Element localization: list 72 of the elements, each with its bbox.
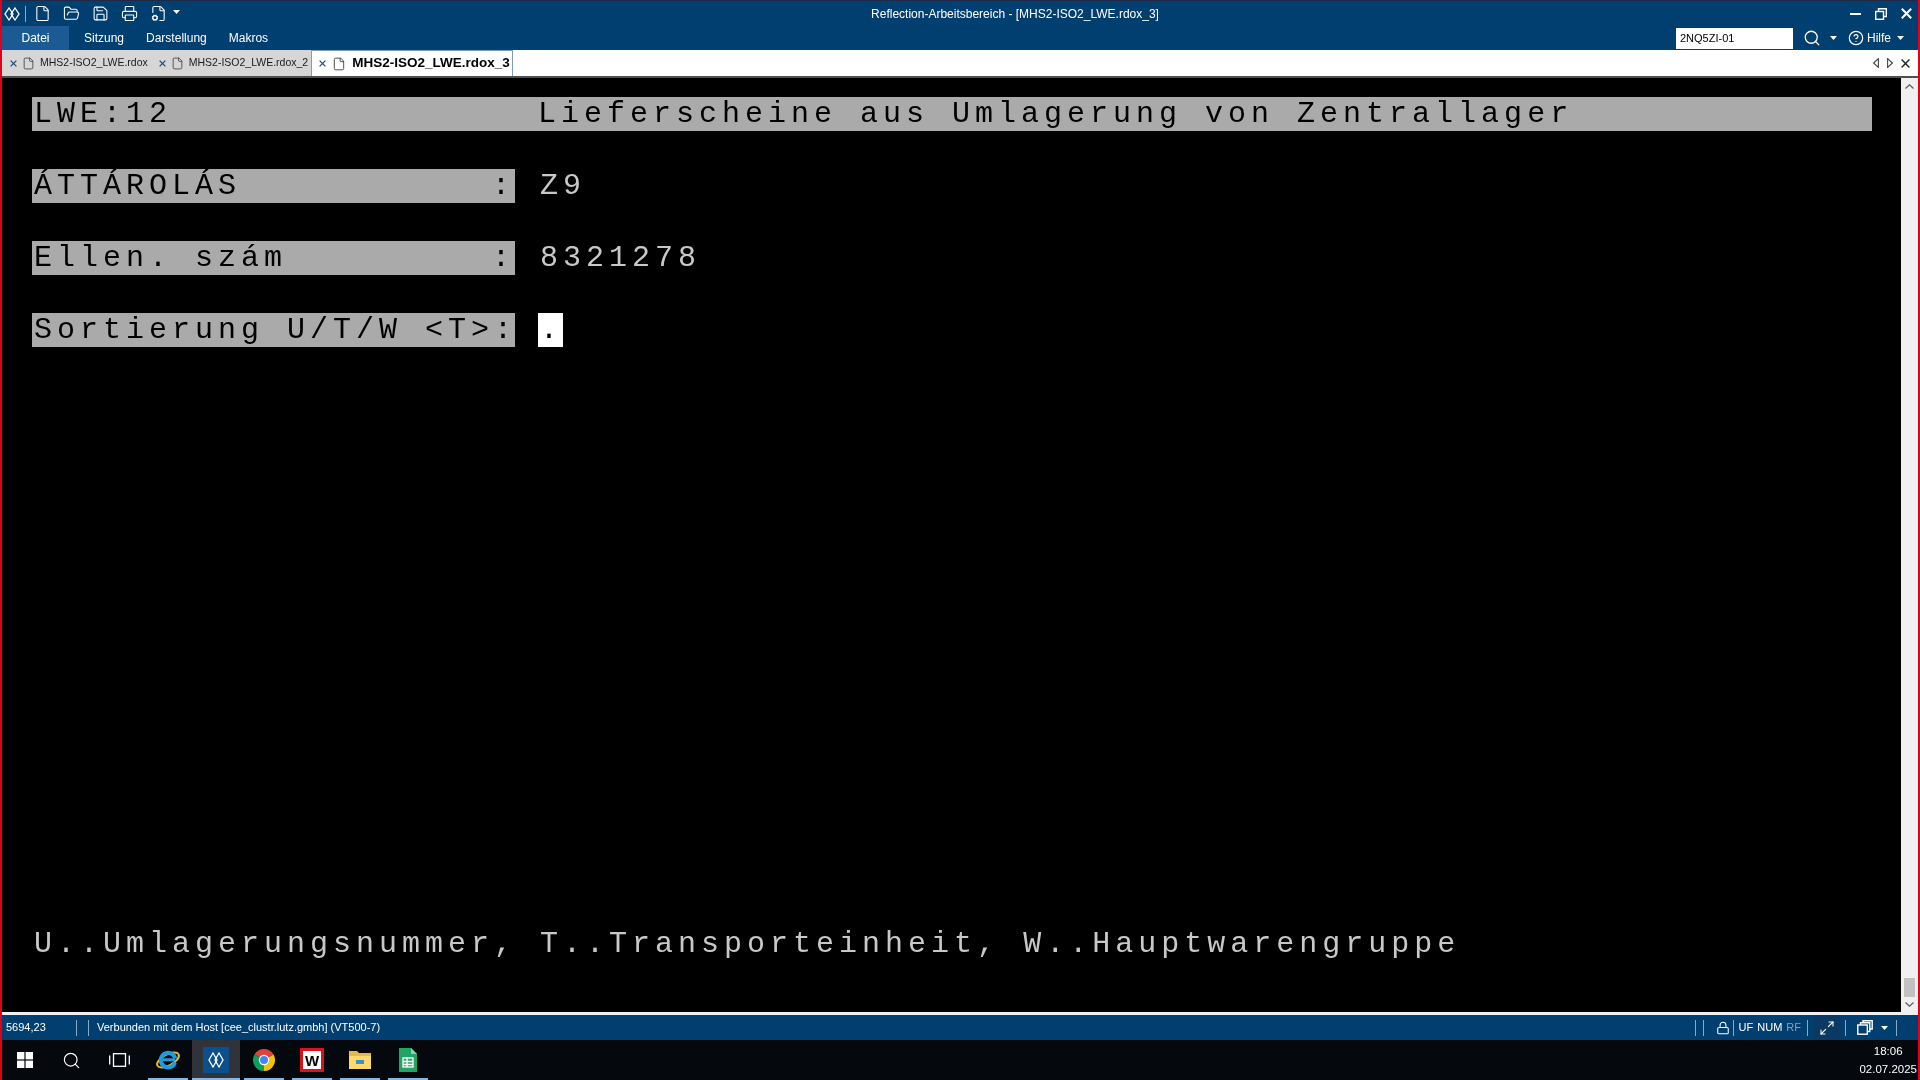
start-icon (17, 1052, 33, 1068)
task-view-icon (108, 1053, 130, 1067)
caret-icon[interactable] (1830, 36, 1837, 40)
screen-title: Lieferscheine aus Umlagerung von Zentrallager (538, 97, 1574, 131)
running-indicator (244, 1078, 284, 1080)
running-indicator (148, 1078, 188, 1080)
document-icon (22, 56, 35, 70)
field-value: 8321278 (539, 241, 702, 275)
scrollbar[interactable] (1901, 78, 1918, 1012)
scroll-left-icon[interactable] (1873, 58, 1879, 68)
search-field[interactable]: 2NQ5ZI-01 (1676, 27, 1793, 49)
running-indicator (192, 1078, 240, 1080)
document-tab[interactable]: MHS2-ISO2_LWE.rdox_3 (311, 50, 513, 76)
windows-stack-icon[interactable] (1857, 1020, 1873, 1035)
scroll-thumb[interactable] (1904, 978, 1915, 997)
running-indicator (388, 1078, 428, 1080)
open-folder-icon[interactable] (63, 5, 80, 22)
taskbar-button[interactable] (192, 1040, 240, 1080)
help-button[interactable]: Hilfe (1848, 29, 1904, 47)
fullscreen-button[interactable] (1813, 1015, 1841, 1040)
cursor-position: 5694,23 (5, 1020, 47, 1036)
new-file-icon[interactable] (34, 5, 51, 22)
restore-icon[interactable] (1875, 7, 1887, 20)
window-title: Reflection-Arbeitsbereich - [MHS2-ISO2_LWE.rdox_3] (870, 5, 1160, 23)
spreadsheet-icon (398, 1047, 418, 1073)
caret-icon[interactable] (1881, 1025, 1888, 1030)
app-logo-icon[interactable] (4, 6, 20, 21)
taskbar-button[interactable]: W (288, 1040, 336, 1080)
printer-icon[interactable] (121, 5, 138, 22)
clock-date: 02.07.2025 (1859, 1062, 1917, 1077)
letter-tile: W (300, 1048, 324, 1072)
menu-item[interactable]: Sitzung (73, 26, 136, 50)
close-icon[interactable] (319, 60, 327, 67)
save-icon[interactable] (92, 5, 109, 22)
field-value: Z9 (539, 169, 586, 203)
lock-icon (1715, 1020, 1730, 1035)
running-indicator (340, 1078, 380, 1080)
clock-time: 18:06 (1873, 1044, 1903, 1059)
help-icon (1848, 30, 1864, 46)
document-tab[interactable]: MHS2-ISO2_LWE.rdox_2 (150, 50, 312, 76)
menu-item[interactable]: Datei (2, 26, 69, 50)
status-indicator: NUM (1757, 1020, 1783, 1036)
search-icon[interactable] (1803, 29, 1821, 47)
field-label: Ellen. szám : (32, 241, 515, 275)
screen-id: LWE:12 (34, 97, 174, 131)
document-tab[interactable]: MHS2-ISO2_LWE.rdox (2, 50, 151, 76)
input-field[interactable]: . (538, 313, 563, 347)
round-logo-icon (252, 1048, 276, 1072)
menu-item[interactable]: Darstellung (135, 26, 218, 50)
expand-arrows-icon (1819, 1019, 1835, 1036)
status-indicator: RF (1786, 1020, 1801, 1036)
scroll-up-icon[interactable] (1905, 84, 1914, 89)
app-logo-icon (203, 1047, 229, 1073)
connection-status: Verbunden mit dem Host [cee_clustr.lutz.gmbh] (VT500-7) (97, 1020, 381, 1036)
search-icon (61, 1050, 81, 1070)
field-label: ÁTTÁROLÁS : (32, 169, 515, 203)
e-logo-icon (155, 1048, 181, 1072)
document-icon (332, 56, 347, 71)
hint-text: U..Umlagerungsnummer, T..Transporteinheit, W..Hauptwarengruppe (33, 927, 1461, 961)
caret-icon (1897, 36, 1904, 40)
folder-icon (348, 1050, 372, 1070)
document-icon (170, 56, 184, 70)
close-icon[interactable] (1901, 58, 1910, 68)
menu-item[interactable]: Makros (217, 26, 280, 50)
status-indicator: UF (1738, 1020, 1754, 1036)
scroll-right-icon[interactable] (1887, 58, 1893, 68)
running-indicator (292, 1078, 332, 1080)
minimize-icon[interactable] (1849, 12, 1861, 15)
field-label: Sortierung U/T/W <T>: (32, 313, 515, 347)
caret-icon[interactable] (173, 10, 180, 14)
file-gear-icon[interactable] (150, 5, 167, 22)
scroll-down-icon[interactable] (1905, 1002, 1914, 1007)
